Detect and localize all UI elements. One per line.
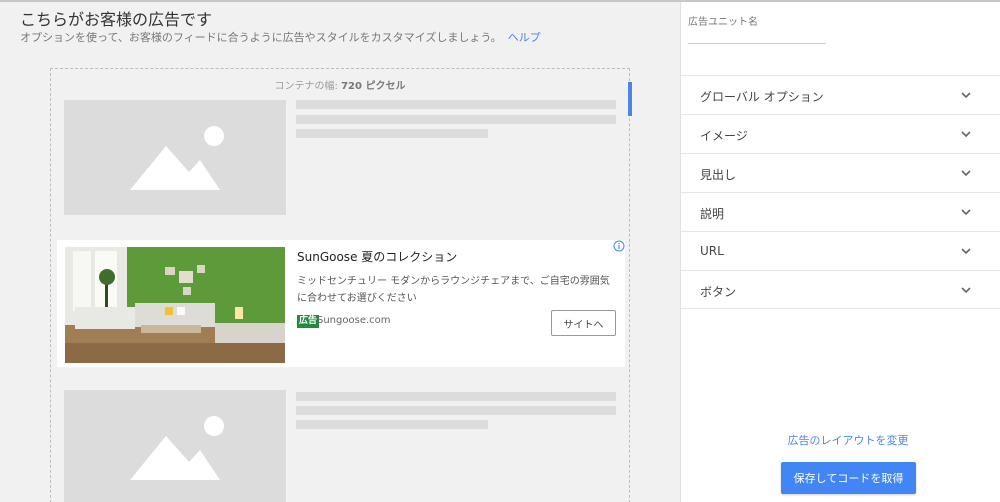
save-and-get-code-button[interactable]: 保存してコードを取得 <box>781 462 916 494</box>
placeholder-line <box>296 420 488 429</box>
placeholder-line <box>296 129 488 138</box>
section-label: 見出し <box>700 168 737 182</box>
container-width-prefix: コンテナの幅: <box>274 81 342 92</box>
change-layout-link[interactable]: 広告のレイアウトを変更 <box>681 432 1000 448</box>
image-placeholder-icon <box>130 126 224 190</box>
section-global-options[interactable]: グローバル オプション <box>681 75 1000 114</box>
unit-name-input[interactable] <box>688 30 826 44</box>
placeholder-line <box>296 100 616 109</box>
unit-name-label: 広告ユニット名 <box>688 17 758 28</box>
chevron-down-icon[interactable] <box>959 283 973 297</box>
chevron-down-icon[interactable] <box>959 244 973 258</box>
container-width-value: 720 ピクセル <box>341 81 406 92</box>
ad-cta-button[interactable]: サイトへ <box>551 310 616 336</box>
image-placeholder-icon <box>130 416 224 480</box>
section-label: 説明 <box>700 207 725 221</box>
help-link[interactable]: ヘルプ <box>508 31 541 44</box>
section-label: URL <box>700 244 724 258</box>
ad-description: ミッドセンチュリー モダンからラウンジチェアまで、ご自宅の雰囲気に合わせてお選び… <box>297 276 610 304</box>
section-image[interactable]: イメージ <box>681 114 1000 153</box>
ad-badge: 広告 <box>297 315 320 328</box>
placeholder-image <box>64 390 286 502</box>
info-icon[interactable] <box>613 240 625 252</box>
section-button[interactable]: ボタン <box>681 270 1000 309</box>
section-headline[interactable]: 見出し <box>681 153 1000 192</box>
page-title: こちらがお客様の広告です <box>20 10 213 29</box>
placeholder-image <box>64 100 286 215</box>
placeholder-line <box>296 392 616 401</box>
container-width-label: コンテナの幅: 720 ピクセル <box>51 77 629 92</box>
page-subtitle: オプションを使って、お客様のフィードに合うように広告やスタイルをカスタマイズしま… <box>20 29 541 45</box>
subtitle-text: オプションを使って、お客様のフィードに合うように広告やスタイルをカスタマイズしま… <box>20 31 502 44</box>
ad-domain: Sungoose.com <box>317 315 391 326</box>
section-url[interactable]: URL <box>681 231 1000 270</box>
section-label: イメージ <box>700 129 748 143</box>
section-label: グローバル オプション <box>700 90 824 104</box>
chevron-down-icon[interactable] <box>959 88 973 102</box>
section-label: ボタン <box>700 285 737 299</box>
placeholder-line <box>296 115 616 124</box>
section-description[interactable]: 説明 <box>681 192 1000 231</box>
ad-image[interactable] <box>65 247 285 363</box>
living-room-photo <box>65 247 285 363</box>
placeholder-line <box>296 406 616 415</box>
chevron-down-icon[interactable] <box>959 166 973 180</box>
scroll-indicator[interactable] <box>628 82 632 116</box>
chevron-down-icon[interactable] <box>959 127 973 141</box>
ad-headline[interactable]: SunGoose 夏のコレクション <box>297 248 457 265</box>
options-panel: 広告ユニット名 グローバル オプション イメージ 見出し 説明 URL ボタン … <box>680 2 1000 502</box>
native-ad-card[interactable]: SunGoose 夏のコレクション ミッドセンチュリー モダンからラウンジチェア… <box>57 240 625 367</box>
chevron-down-icon[interactable] <box>959 205 973 219</box>
